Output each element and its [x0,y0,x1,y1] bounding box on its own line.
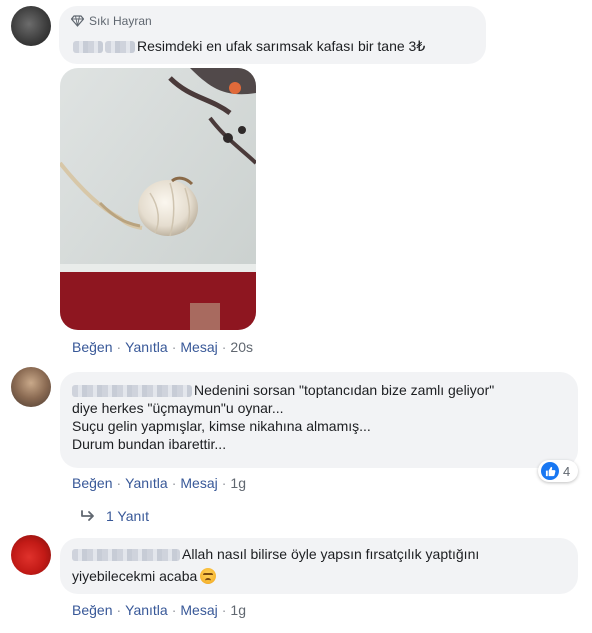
author-name-blurred[interactable] [72,549,180,562]
separator: · [171,339,177,355]
comment-bubble: Sıkı Hayran Resimdeki en ufak sarımsak k… [59,6,486,64]
comment-actions: Beğen · Yanıtla · Mesaj · 1g [72,602,246,618]
author-name-blurred[interactable] [105,41,135,54]
separator: · [116,475,122,491]
like-link[interactable]: Beğen [72,339,112,355]
comment-bubble: Nedenini sorsan "toptancıdan bize zamlı … [60,372,578,468]
reply-link[interactable]: Yanıtla [125,339,168,355]
attached-photo[interactable] [60,68,256,330]
message-link[interactable]: Mesaj [180,602,217,618]
reply-arrow-icon [81,510,94,521]
comment-text: Resimdeki en ufak sarımsak kafası bir ta… [73,37,425,55]
reply-link[interactable]: Yanıtla [125,475,168,491]
reaction-count: 4 [563,463,571,479]
message-link[interactable]: Mesaj [180,339,217,355]
avatar[interactable] [11,6,51,46]
author-name-blurred[interactable] [72,385,192,398]
separator: · [221,602,227,618]
message-link[interactable]: Mesaj [180,475,217,491]
reaction-summary[interactable]: 4 [538,460,579,482]
replies-count-label: 1 Yanıt [106,508,150,524]
view-replies-link[interactable]: 1 Yanıt [80,508,149,524]
angry-emoji-icon [200,568,217,584]
comment-text: Allah nasıl bilirse öyle yapsın fırsatçı… [72,546,480,584]
comment-actions: Beğen · Yanıtla · Mesaj · 1g [72,475,246,491]
like-link[interactable]: Beğen [72,602,112,618]
separator: · [171,475,177,491]
separator: · [221,475,227,491]
timestamp[interactable]: 1g [230,602,246,618]
reply-link[interactable]: Yanıtla [125,602,168,618]
like-link[interactable]: Beğen [72,475,112,491]
like-icon [541,462,559,480]
comment-actions: Beğen · Yanıtla · Mesaj · 20s [72,339,253,355]
author-name-blurred[interactable] [73,41,103,54]
avatar[interactable] [11,535,51,575]
timestamp[interactable]: 20s [230,339,253,355]
fan-badge: Sıkı Hayran [71,14,152,28]
comment-text: Nedenini sorsan "toptancıdan bize zamlı … [72,382,495,452]
diamond-icon [71,15,84,27]
separator: · [116,339,122,355]
timestamp[interactable]: 1g [230,475,246,491]
avatar[interactable] [11,367,51,407]
separator: · [116,602,122,618]
separator: · [221,339,227,355]
badge-label: Sıkı Hayran [89,14,152,28]
garlic-photo [60,68,256,330]
separator: · [171,602,177,618]
comment-bubble: Allah nasıl bilirse öyle yapsın fırsatçı… [60,538,578,594]
